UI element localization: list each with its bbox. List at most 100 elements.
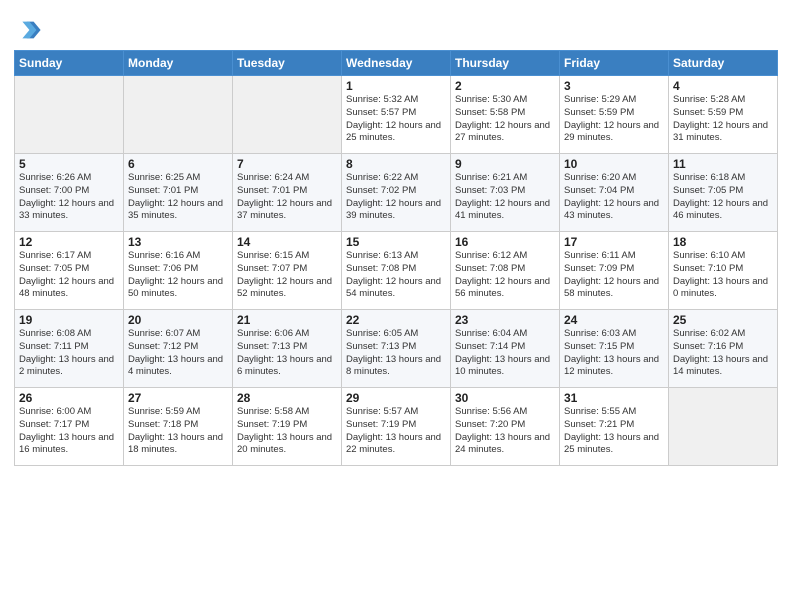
calendar-cell: 30Sunrise: 5:56 AM Sunset: 7:20 PM Dayli… xyxy=(451,388,560,466)
day-info: Sunrise: 5:55 AM Sunset: 7:21 PM Dayligh… xyxy=(564,406,664,457)
calendar-cell: 25Sunrise: 6:02 AM Sunset: 7:16 PM Dayli… xyxy=(669,310,778,388)
day-info: Sunrise: 6:24 AM Sunset: 7:01 PM Dayligh… xyxy=(237,172,337,223)
page-container: SundayMondayTuesdayWednesdayThursdayFrid… xyxy=(0,0,792,612)
calendar-cell: 22Sunrise: 6:05 AM Sunset: 7:13 PM Dayli… xyxy=(342,310,451,388)
day-number: 6 xyxy=(128,157,228,171)
calendar-cell: 27Sunrise: 5:59 AM Sunset: 7:18 PM Dayli… xyxy=(124,388,233,466)
day-number: 3 xyxy=(564,79,664,93)
day-number: 13 xyxy=(128,235,228,249)
day-info: Sunrise: 5:57 AM Sunset: 7:19 PM Dayligh… xyxy=(346,406,446,457)
day-number: 14 xyxy=(237,235,337,249)
calendar-cell: 14Sunrise: 6:15 AM Sunset: 7:07 PM Dayli… xyxy=(233,232,342,310)
day-number: 5 xyxy=(19,157,119,171)
calendar-header-monday: Monday xyxy=(124,51,233,76)
calendar-cell: 13Sunrise: 6:16 AM Sunset: 7:06 PM Dayli… xyxy=(124,232,233,310)
day-info: Sunrise: 6:20 AM Sunset: 7:04 PM Dayligh… xyxy=(564,172,664,223)
day-number: 15 xyxy=(346,235,446,249)
day-number: 7 xyxy=(237,157,337,171)
calendar-cell xyxy=(233,76,342,154)
calendar-cell: 15Sunrise: 6:13 AM Sunset: 7:08 PM Dayli… xyxy=(342,232,451,310)
day-info: Sunrise: 6:18 AM Sunset: 7:05 PM Dayligh… xyxy=(673,172,773,223)
calendar-week-0: 1Sunrise: 5:32 AM Sunset: 5:57 PM Daylig… xyxy=(15,76,778,154)
day-number: 19 xyxy=(19,313,119,327)
day-number: 1 xyxy=(346,79,446,93)
day-info: Sunrise: 6:06 AM Sunset: 7:13 PM Dayligh… xyxy=(237,328,337,379)
header xyxy=(14,12,778,44)
day-number: 18 xyxy=(673,235,773,249)
calendar-cell: 29Sunrise: 5:57 AM Sunset: 7:19 PM Dayli… xyxy=(342,388,451,466)
day-number: 26 xyxy=(19,391,119,405)
day-number: 17 xyxy=(564,235,664,249)
day-info: Sunrise: 6:04 AM Sunset: 7:14 PM Dayligh… xyxy=(455,328,555,379)
calendar-cell: 20Sunrise: 6:07 AM Sunset: 7:12 PM Dayli… xyxy=(124,310,233,388)
day-info: Sunrise: 6:21 AM Sunset: 7:03 PM Dayligh… xyxy=(455,172,555,223)
day-number: 12 xyxy=(19,235,119,249)
calendar: SundayMondayTuesdayWednesdayThursdayFrid… xyxy=(14,50,778,466)
day-info: Sunrise: 5:32 AM Sunset: 5:57 PM Dayligh… xyxy=(346,94,446,145)
calendar-week-2: 12Sunrise: 6:17 AM Sunset: 7:05 PM Dayli… xyxy=(15,232,778,310)
day-info: Sunrise: 6:07 AM Sunset: 7:12 PM Dayligh… xyxy=(128,328,228,379)
day-number: 8 xyxy=(346,157,446,171)
day-number: 16 xyxy=(455,235,555,249)
calendar-cell: 9Sunrise: 6:21 AM Sunset: 7:03 PM Daylig… xyxy=(451,154,560,232)
day-info: Sunrise: 6:13 AM Sunset: 7:08 PM Dayligh… xyxy=(346,250,446,301)
day-number: 30 xyxy=(455,391,555,405)
calendar-cell xyxy=(15,76,124,154)
calendar-cell: 18Sunrise: 6:10 AM Sunset: 7:10 PM Dayli… xyxy=(669,232,778,310)
calendar-cell: 4Sunrise: 5:28 AM Sunset: 5:59 PM Daylig… xyxy=(669,76,778,154)
day-number: 9 xyxy=(455,157,555,171)
calendar-cell: 7Sunrise: 6:24 AM Sunset: 7:01 PM Daylig… xyxy=(233,154,342,232)
calendar-header-saturday: Saturday xyxy=(669,51,778,76)
calendar-cell: 1Sunrise: 5:32 AM Sunset: 5:57 PM Daylig… xyxy=(342,76,451,154)
day-info: Sunrise: 6:17 AM Sunset: 7:05 PM Dayligh… xyxy=(19,250,119,301)
day-number: 4 xyxy=(673,79,773,93)
day-info: Sunrise: 6:26 AM Sunset: 7:00 PM Dayligh… xyxy=(19,172,119,223)
calendar-cell xyxy=(669,388,778,466)
calendar-cell: 26Sunrise: 6:00 AM Sunset: 7:17 PM Dayli… xyxy=(15,388,124,466)
calendar-cell: 16Sunrise: 6:12 AM Sunset: 7:08 PM Dayli… xyxy=(451,232,560,310)
day-info: Sunrise: 6:00 AM Sunset: 7:17 PM Dayligh… xyxy=(19,406,119,457)
calendar-week-1: 5Sunrise: 6:26 AM Sunset: 7:00 PM Daylig… xyxy=(15,154,778,232)
day-number: 24 xyxy=(564,313,664,327)
day-number: 31 xyxy=(564,391,664,405)
day-info: Sunrise: 6:12 AM Sunset: 7:08 PM Dayligh… xyxy=(455,250,555,301)
day-number: 21 xyxy=(237,313,337,327)
day-number: 20 xyxy=(128,313,228,327)
calendar-header-tuesday: Tuesday xyxy=(233,51,342,76)
logo-icon xyxy=(14,16,42,44)
calendar-cell: 23Sunrise: 6:04 AM Sunset: 7:14 PM Dayli… xyxy=(451,310,560,388)
day-info: Sunrise: 6:05 AM Sunset: 7:13 PM Dayligh… xyxy=(346,328,446,379)
calendar-header-wednesday: Wednesday xyxy=(342,51,451,76)
day-info: Sunrise: 6:02 AM Sunset: 7:16 PM Dayligh… xyxy=(673,328,773,379)
day-info: Sunrise: 6:22 AM Sunset: 7:02 PM Dayligh… xyxy=(346,172,446,223)
day-info: Sunrise: 6:16 AM Sunset: 7:06 PM Dayligh… xyxy=(128,250,228,301)
day-number: 27 xyxy=(128,391,228,405)
calendar-cell: 31Sunrise: 5:55 AM Sunset: 7:21 PM Dayli… xyxy=(560,388,669,466)
day-info: Sunrise: 5:56 AM Sunset: 7:20 PM Dayligh… xyxy=(455,406,555,457)
calendar-cell: 19Sunrise: 6:08 AM Sunset: 7:11 PM Dayli… xyxy=(15,310,124,388)
calendar-header-friday: Friday xyxy=(560,51,669,76)
calendar-header-sunday: Sunday xyxy=(15,51,124,76)
day-info: Sunrise: 6:08 AM Sunset: 7:11 PM Dayligh… xyxy=(19,328,119,379)
day-number: 28 xyxy=(237,391,337,405)
day-number: 25 xyxy=(673,313,773,327)
day-info: Sunrise: 5:29 AM Sunset: 5:59 PM Dayligh… xyxy=(564,94,664,145)
day-number: 10 xyxy=(564,157,664,171)
calendar-cell: 28Sunrise: 5:58 AM Sunset: 7:19 PM Dayli… xyxy=(233,388,342,466)
day-info: Sunrise: 5:28 AM Sunset: 5:59 PM Dayligh… xyxy=(673,94,773,145)
logo xyxy=(14,16,46,44)
day-number: 23 xyxy=(455,313,555,327)
day-info: Sunrise: 5:59 AM Sunset: 7:18 PM Dayligh… xyxy=(128,406,228,457)
calendar-cell: 10Sunrise: 6:20 AM Sunset: 7:04 PM Dayli… xyxy=(560,154,669,232)
calendar-week-3: 19Sunrise: 6:08 AM Sunset: 7:11 PM Dayli… xyxy=(15,310,778,388)
calendar-cell: 21Sunrise: 6:06 AM Sunset: 7:13 PM Dayli… xyxy=(233,310,342,388)
calendar-cell: 3Sunrise: 5:29 AM Sunset: 5:59 PM Daylig… xyxy=(560,76,669,154)
day-info: Sunrise: 6:10 AM Sunset: 7:10 PM Dayligh… xyxy=(673,250,773,301)
calendar-cell: 24Sunrise: 6:03 AM Sunset: 7:15 PM Dayli… xyxy=(560,310,669,388)
day-number: 29 xyxy=(346,391,446,405)
day-info: Sunrise: 6:25 AM Sunset: 7:01 PM Dayligh… xyxy=(128,172,228,223)
calendar-cell: 11Sunrise: 6:18 AM Sunset: 7:05 PM Dayli… xyxy=(669,154,778,232)
day-info: Sunrise: 5:58 AM Sunset: 7:19 PM Dayligh… xyxy=(237,406,337,457)
calendar-header-row: SundayMondayTuesdayWednesdayThursdayFrid… xyxy=(15,51,778,76)
day-number: 22 xyxy=(346,313,446,327)
